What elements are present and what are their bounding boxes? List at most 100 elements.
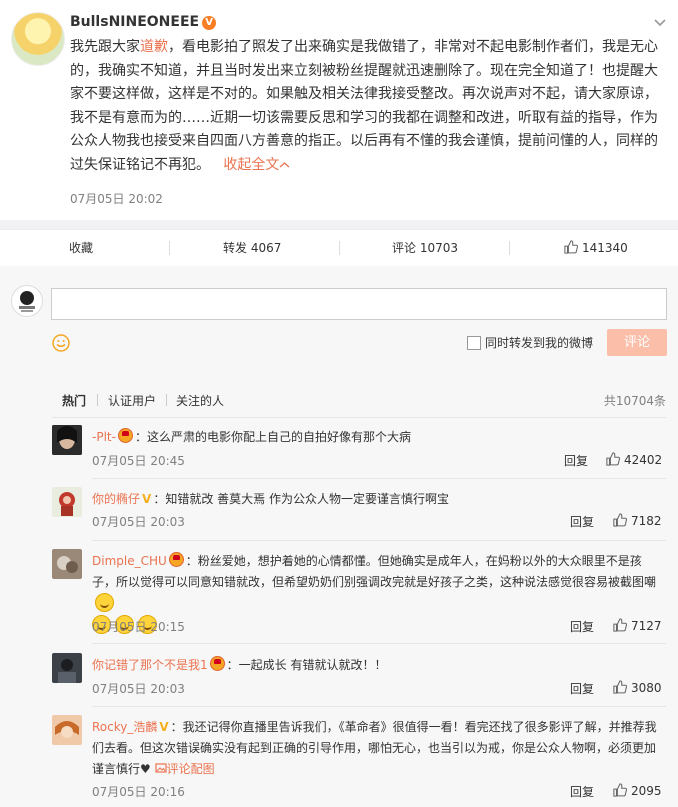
commenter-name[interactable]: -Plt- — [92, 430, 116, 444]
comment-time: 07月05日 20:15 — [92, 620, 185, 634]
comment-body: 你的椭仔 V ：知错就改 善莫大焉 作为公众人物一定要谨言慎行啊宝 — [92, 489, 664, 510]
comment-item: Dimple_CHU ：粉丝爱她，想护着她的心情都懂。但她确实是成年人，在妈粉以外… — [52, 549, 666, 644]
comment-label: 评论 10703 — [392, 241, 458, 255]
divider — [166, 394, 167, 406]
also-repost-checkbox[interactable] — [467, 336, 481, 350]
collapse-link-label[interactable]: 收起全文 — [223, 157, 279, 173]
comment-image-link[interactable]: 评论配图 — [155, 762, 215, 776]
reply-button[interactable]: 回复 — [564, 452, 588, 469]
post-text: 我先跟大家道歉，看电影拍了照发了出来确实是我做错了，非常对不起电影制作者们，我是… — [70, 36, 662, 177]
comment-like-count: 42402 — [624, 453, 663, 467]
comment-item: 你的椭仔 V ：知错就改 善莫大焉 作为公众人物一定要谨言慎行啊宝 07月05日 2… — [52, 487, 666, 541]
post-text-part: ，看电影拍了照发了出来确实是我做错了，非常对不起电影制作者们，我是无心的，我确实… — [70, 39, 658, 173]
commenter-avatar[interactable] — [52, 425, 82, 455]
author-name[interactable]: BullsNINEONEEE V — [70, 14, 217, 30]
thumbs-up-icon — [613, 618, 628, 632]
comment-time: 07月05日 20:03 — [92, 515, 185, 529]
chevron-down-icon[interactable] — [654, 16, 666, 27]
commenter-avatar[interactable] — [52, 487, 82, 517]
reply-button[interactable]: 回复 — [570, 783, 594, 800]
comment-text: ：知错就改 善莫大焉 作为公众人物一定要谨言慎行啊宝 — [153, 492, 449, 506]
thumbs-up-icon — [564, 240, 579, 254]
comment-like-count: 7127 — [631, 619, 662, 633]
like-count: 141340 — [582, 241, 628, 255]
thumbs-up-icon — [613, 513, 628, 527]
comment-time: 07月05日 20:45 — [92, 454, 185, 468]
laugh-emoji-icon — [95, 593, 114, 612]
action-bar: 收藏 转发 4067 评论 10703 141340 — [0, 229, 678, 267]
comment-item: -Plt- ：这么严肃的电影你配上自己的自拍好像有那个大病 07月05日 20:4… — [52, 425, 666, 479]
crown-badge-icon — [168, 552, 184, 567]
favorite-button[interactable]: 收藏 — [69, 230, 93, 266]
comment-like-button[interactable]: 2095 — [613, 783, 662, 798]
divider — [92, 643, 666, 644]
commenter-name[interactable]: Rocky_浩麟 — [92, 720, 157, 734]
comment-body: 你记错了那个不是我1 ：一起成长 有错就认就改！！ — [92, 655, 664, 676]
reply-button[interactable]: 回复 — [570, 618, 594, 635]
commenter-name[interactable]: 你的椭仔 — [92, 492, 140, 506]
comment-like-count: 7182 — [631, 514, 662, 528]
chevron-up-icon — [279, 161, 290, 167]
like-button[interactable]: 141340 — [564, 230, 628, 266]
commenter-avatar[interactable] — [52, 715, 82, 745]
comment-time: 07月05日 20:03 — [92, 682, 185, 696]
commenter-avatar[interactable] — [52, 549, 82, 579]
verified-badge-icon: V — [202, 16, 217, 30]
comment-like-count: 3080 — [631, 681, 662, 695]
commenter-name[interactable]: Dimple_CHU — [92, 554, 167, 568]
commenter-name[interactable]: 你记错了那个不是我1 — [92, 658, 208, 672]
divider — [92, 478, 666, 479]
collapse-link[interactable]: 收起全文 — [214, 157, 290, 173]
topic-link[interactable]: 道歉 — [140, 39, 168, 55]
submit-comment-button[interactable]: 评论 — [607, 329, 667, 356]
post-text-part: 我先跟大家 — [70, 39, 140, 55]
comment-like-button[interactable]: 7182 — [613, 513, 662, 528]
comment-button[interactable]: 评论 10703 — [392, 230, 458, 266]
comment-like-button[interactable]: 42402 — [606, 452, 662, 467]
divider — [169, 241, 170, 255]
divider — [339, 241, 340, 255]
comment-body: -Plt- ：这么严肃的电影你配上自己的自拍好像有那个大病 — [92, 427, 664, 448]
comment-total: 共10704条 — [603, 394, 666, 408]
favorite-label: 收藏 — [69, 241, 94, 255]
author-avatar[interactable] — [11, 12, 65, 66]
divider — [509, 241, 510, 255]
repost-label: 转发 4067 — [223, 241, 282, 255]
divider — [97, 394, 98, 406]
comment-body: Rocky_浩麟 V ：我还记得你直播里告诉我们，《革命者》很值得一看！看完还找了很… — [92, 717, 664, 780]
comment-like-count: 2095 — [631, 784, 662, 798]
also-repost-label[interactable]: 同时转发到我的微博 — [485, 334, 593, 351]
reply-button[interactable]: 回复 — [570, 513, 594, 530]
comment-like-button[interactable]: 7127 — [613, 618, 662, 633]
divider — [92, 706, 666, 707]
reply-button[interactable]: 回复 — [570, 680, 594, 697]
comment-text: ：一起成长 有错就认就改！！ — [226, 658, 387, 672]
heart-icon: ♥ — [140, 762, 151, 776]
thumbs-up-icon — [606, 452, 621, 466]
my-avatar — [11, 285, 43, 317]
post-time[interactable]: 07月05日 20:02 — [70, 190, 163, 207]
divider — [52, 417, 666, 418]
commenter-avatar[interactable] — [52, 653, 82, 683]
image-icon — [155, 763, 167, 773]
comment-text: ：这么严肃的电影你配上自己的自拍好像有那个大病 — [134, 430, 411, 444]
divider — [92, 540, 666, 541]
thumbs-up-icon — [613, 783, 628, 797]
verified-v-icon: V — [159, 720, 169, 734]
author-name-text[interactable]: BullsNINEONEEE — [70, 14, 199, 30]
comment-like-button[interactable]: 3080 — [613, 680, 662, 695]
tab-verified-users[interactable]: 认证用户 — [108, 392, 156, 409]
comment-input[interactable] — [51, 288, 667, 320]
weibo-post-card: BullsNINEONEEE V 我先跟大家道歉，看电影拍了照发了出来确实是我做错… — [0, 0, 678, 807]
comment-item: Rocky_浩麟 V ：我还记得你直播里告诉我们，《革命者》很值得一看！看完还找了很… — [52, 715, 666, 807]
comment-image-link-label[interactable]: 评论配图 — [167, 762, 215, 776]
post: BullsNINEONEEE V 我先跟大家道歉，看电影拍了照发了出来确实是我做错… — [0, 0, 678, 220]
tab-following[interactable]: 关注的人 — [176, 392, 224, 409]
repost-button[interactable]: 转发 4067 — [223, 230, 281, 266]
comment-item: 你记错了那个不是我1 ：一起成长 有错就认就改！！ 07月05日 20:03 回复… — [52, 653, 666, 707]
verified-v-icon: V — [142, 492, 152, 506]
tab-hot[interactable]: 热门 — [62, 392, 86, 409]
crown-badge-icon — [117, 428, 133, 443]
emoji-picker-icon[interactable] — [52, 334, 70, 352]
comment-time: 07月05日 20:16 — [92, 785, 185, 799]
